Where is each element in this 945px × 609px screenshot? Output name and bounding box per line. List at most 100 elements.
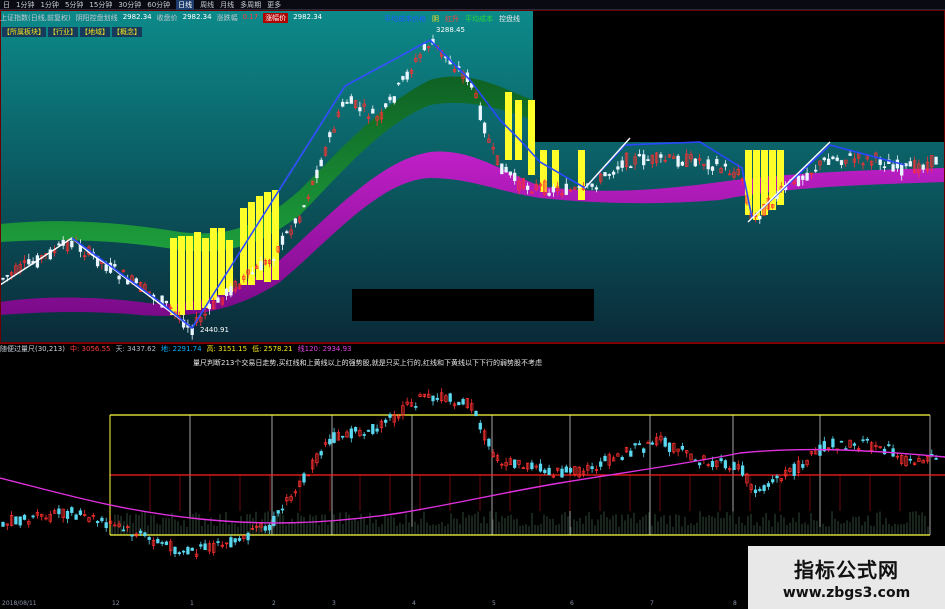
sub-candle-body bbox=[70, 507, 74, 513]
candle-body bbox=[371, 108, 375, 114]
sub-candle-body bbox=[95, 520, 100, 524]
sub-candle-body bbox=[1, 522, 5, 527]
candle-body bbox=[826, 158, 831, 165]
period-tab-4[interactable]: 15分钟 bbox=[89, 0, 112, 10]
tag-3[interactable]: 【概念】 bbox=[112, 27, 142, 37]
sub-candle-body bbox=[568, 468, 573, 473]
candle-body bbox=[878, 159, 882, 165]
period-tab-11[interactable]: 更多 bbox=[267, 0, 281, 10]
sub-candle-body bbox=[130, 534, 134, 537]
sub-candle-body bbox=[229, 537, 233, 548]
box-value: 2982.34 bbox=[293, 13, 323, 21]
index-name: 上证指数(日线,前复权) bbox=[0, 14, 71, 22]
blank-dark-box bbox=[352, 289, 594, 321]
candle-body bbox=[216, 297, 220, 303]
candle-body bbox=[603, 172, 607, 177]
sub-candle-body bbox=[599, 461, 603, 467]
price-value: 2982.34 bbox=[122, 13, 152, 21]
close-value: 2982.34 bbox=[182, 13, 212, 21]
period-tab-7[interactable]: 日线 bbox=[176, 0, 195, 10]
candle-body bbox=[328, 132, 332, 138]
sub-candle-body bbox=[839, 440, 844, 443]
period-tab-1[interactable]: 1分钟 bbox=[16, 0, 34, 10]
candle-body bbox=[900, 163, 904, 176]
candle-body bbox=[551, 186, 556, 193]
candle-body bbox=[908, 161, 912, 167]
date-tick-1: 12 bbox=[112, 600, 120, 607]
candle-body bbox=[715, 158, 719, 165]
sub-candle-body bbox=[887, 444, 891, 447]
tag-2[interactable]: 【地域】 bbox=[80, 27, 110, 37]
sub-candle-body bbox=[680, 445, 685, 450]
indicator-name: 随便过量尺(30,213) bbox=[0, 345, 65, 353]
sub-candle-body bbox=[740, 465, 745, 476]
sub-candle-body bbox=[181, 550, 186, 553]
candle-body bbox=[835, 157, 839, 161]
date-tick-0: 2018/08/11 bbox=[2, 600, 37, 607]
candle-body bbox=[117, 275, 121, 280]
tag-0[interactable]: 【所属板块】 bbox=[2, 27, 46, 37]
stock-tag-row: 【所属板块】 【行业】 【地域】 【概念】 bbox=[2, 27, 142, 37]
sub-candle-body bbox=[538, 463, 543, 472]
sub-candle-body bbox=[766, 483, 771, 487]
sub-candle-body bbox=[487, 438, 491, 447]
date-tick-4: 3 bbox=[332, 600, 336, 607]
sub-candle-body bbox=[448, 393, 452, 402]
period-tab-8[interactable]: 周线 bbox=[200, 0, 214, 10]
legend-item-4: 控盘线 bbox=[499, 15, 520, 23]
candle-body bbox=[822, 157, 826, 161]
sub-candle-body bbox=[663, 437, 667, 447]
sub-candle-body bbox=[177, 552, 181, 555]
tag-1[interactable]: 【行业】 bbox=[48, 27, 78, 37]
sub-candle-body bbox=[431, 395, 435, 402]
candle-body bbox=[693, 158, 697, 167]
sub-candle-body bbox=[908, 458, 912, 461]
sub-candle-body bbox=[31, 515, 35, 518]
sub-candle-body bbox=[190, 547, 194, 551]
sub-candle-body bbox=[246, 532, 250, 541]
candle-body bbox=[27, 259, 31, 265]
candle-body bbox=[134, 278, 138, 284]
period-tab-3[interactable]: 5分钟 bbox=[65, 0, 83, 10]
yellow-bar bbox=[186, 236, 193, 310]
change-label: 涨跌幅 bbox=[216, 14, 238, 22]
watermark-title: 指标公式网 bbox=[794, 558, 899, 582]
candle-body bbox=[259, 261, 263, 271]
indicator-header: 随便过量尺(30,213) 中: 3056.55 天: 3437.62 地: 229… bbox=[0, 344, 352, 354]
sub-candle-body bbox=[732, 462, 736, 471]
candle-body bbox=[547, 192, 551, 196]
sub-candle-body bbox=[762, 485, 766, 492]
yellow-bar bbox=[515, 100, 522, 160]
candle-body bbox=[341, 101, 345, 107]
sub-candle-body bbox=[650, 442, 654, 445]
sub-candle-body bbox=[173, 546, 177, 554]
sub-candle-body bbox=[341, 435, 345, 438]
sub-candle-body bbox=[723, 460, 728, 469]
sub-candle-body bbox=[143, 532, 147, 537]
period-tab-0[interactable]: 日 bbox=[3, 0, 10, 10]
candle-body bbox=[280, 235, 285, 245]
period-tab-2[interactable]: 1分钟 bbox=[40, 0, 58, 10]
candle-body bbox=[710, 166, 715, 171]
candle-body bbox=[904, 163, 908, 167]
yellow-bar bbox=[745, 150, 752, 215]
period-tab-5[interactable]: 30分钟 bbox=[118, 0, 141, 10]
yellow-bar bbox=[578, 150, 585, 200]
watermark-url: www.zbgs3.com bbox=[782, 585, 911, 601]
period-tab-10[interactable]: 多周期 bbox=[240, 0, 261, 10]
candle-body bbox=[70, 240, 74, 248]
sub-candle-body bbox=[186, 546, 190, 555]
candle-body bbox=[934, 156, 938, 165]
indicator-value-0: 中: 3056.55 bbox=[69, 345, 111, 353]
sub-candle-body bbox=[861, 439, 865, 442]
price-label-low: 2440.91 bbox=[200, 326, 229, 334]
candle-body bbox=[848, 153, 852, 156]
period-tab-6[interactable]: 60分钟 bbox=[147, 0, 170, 10]
candle-body bbox=[392, 96, 396, 103]
period-tab-9[interactable]: 月线 bbox=[220, 0, 234, 10]
sub-candle-body bbox=[332, 432, 336, 443]
candle-body bbox=[349, 96, 353, 104]
sub-candle-body bbox=[633, 443, 637, 446]
sub-candle-body bbox=[620, 457, 624, 460]
candle-body bbox=[629, 166, 633, 169]
